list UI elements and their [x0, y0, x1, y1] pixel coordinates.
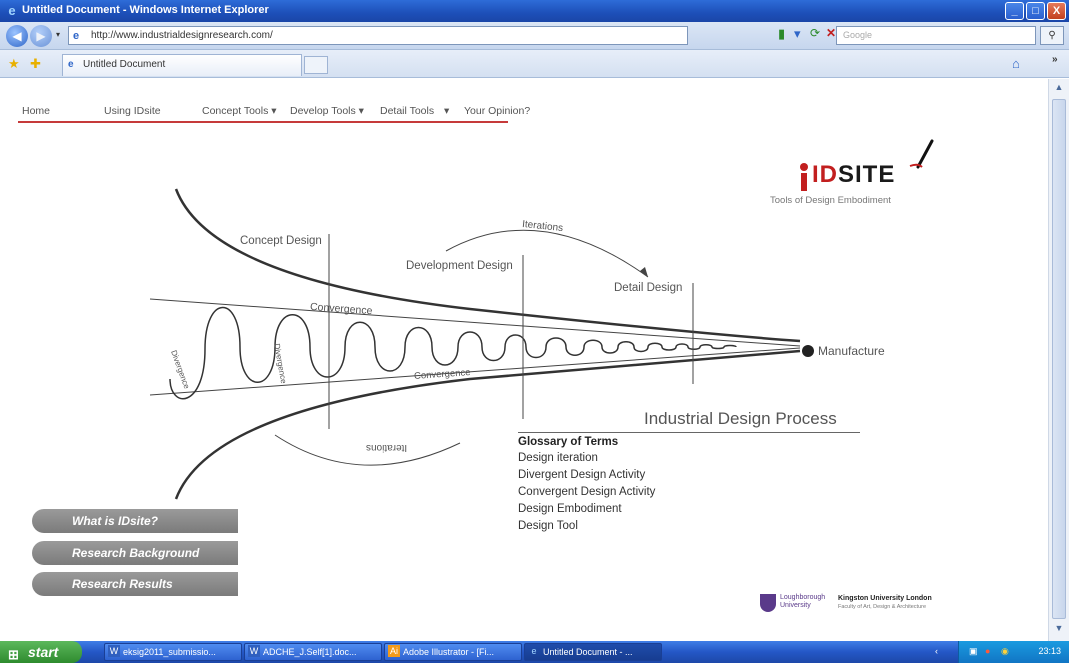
close-button[interactable]: X [1047, 2, 1066, 20]
page-icon: e [68, 59, 74, 70]
convergence-lower-line [149, 347, 801, 396]
research-results-button[interactable]: Research Results [32, 572, 238, 596]
ie-icon: e [531, 646, 537, 656]
home-icon[interactable]: ⌂ [1012, 56, 1020, 71]
dropdown-chevron-icon[interactable]: ▾ [794, 26, 801, 42]
manufacture-dot [802, 345, 814, 357]
window-titlebar: e Untitled Document - Windows Internet E… [0, 0, 1069, 22]
loughborough-shield-icon [760, 594, 776, 612]
university-logos: Loughborough University Kingston Univers… [760, 592, 960, 618]
address-input[interactable]: e http://www.industrialdesignresearch.co… [68, 26, 688, 45]
web-page: Home Using IDsite Concept Tools ▾ Develo… [0, 79, 1048, 641]
kingston-name: Kingston University London [838, 595, 932, 602]
label-iterations-bottom: Iterations [366, 442, 408, 453]
taskbar-item-label: ADCHE_J.Self[1].doc... [263, 647, 357, 657]
taskbar-item-label: Adobe Illustrator - [Fi... [403, 647, 495, 657]
system-tray: ▣ ● ◉ 23:13 [958, 641, 1069, 663]
start-button[interactable]: ⊞ start [0, 641, 82, 663]
start-label: start [28, 644, 59, 660]
what-is-idsite-button[interactable]: What is IDsite? [32, 509, 238, 533]
scroll-thumb[interactable] [1052, 99, 1066, 619]
taskbar-item-adche[interactable]: W ADCHE_J.Self[1].doc... [244, 643, 382, 661]
process-title-underline [518, 432, 860, 433]
address-url: http://www.industrialdesignresearch.com/ [91, 30, 273, 41]
vertical-scrollbar[interactable]: ▲ ▼ [1048, 79, 1069, 641]
stop-icon[interactable]: ✕ [826, 26, 836, 40]
compatibility-icon[interactable]: ▮ [778, 26, 785, 42]
scroll-down-icon[interactable]: ▼ [1052, 623, 1066, 637]
search-input[interactable]: Google [836, 26, 1036, 45]
label-detail-design: Detail Design [614, 282, 683, 294]
tab-label: Untitled Document [83, 59, 166, 70]
add-favorite-icon[interactable]: ✚ [30, 56, 41, 72]
volume-icon[interactable]: ◉ [1001, 646, 1009, 657]
glossary-term-convergent[interactable]: Convergent Design Activity [518, 486, 655, 498]
taskbar-item-label: eksig2011_submissio... [123, 647, 216, 657]
window-title: Untitled Document - Windows Internet Exp… [22, 4, 269, 16]
page-icon: e [73, 30, 80, 42]
process-title: Industrial Design Process [644, 409, 837, 428]
refresh-icon[interactable]: ⟳ [810, 26, 820, 40]
maximize-button[interactable]: □ [1026, 2, 1045, 20]
network-icon[interactable]: ▣ [969, 646, 978, 657]
address-tools: ▮ ▾ ⟳ ✕ [690, 26, 836, 45]
taskbar-item-eksig[interactable]: W eksig2011_submissio... [104, 643, 242, 661]
label-development-design: Development Design [406, 260, 513, 272]
scroll-up-icon[interactable]: ▲ [1052, 82, 1066, 96]
label-concept-design: Concept Design [240, 235, 322, 247]
tray-expand-icon[interactable]: ‹ [935, 646, 938, 656]
loughborough-line1: Loughborough [780, 594, 826, 601]
security-icon[interactable]: ● [985, 646, 990, 656]
tab-bar: ★ ✚ e Untitled Document ⌂ » [0, 50, 1069, 78]
taskbar-item-illustrator[interactable]: Ai Adobe Illustrator - [Fi... [384, 643, 522, 661]
favorites-star-icon[interactable]: ★ [8, 56, 20, 72]
word-icon: W [108, 645, 120, 657]
glossary-term-design-tool[interactable]: Design Tool [518, 520, 655, 532]
taskbar-item-untitled-document[interactable]: e Untitled Document - ... [524, 643, 662, 661]
tab-untitled-document[interactable]: e Untitled Document [62, 54, 302, 76]
clock: 23:13 [1038, 646, 1061, 656]
convergence-upper-line [149, 298, 801, 347]
glossary-term-divergent[interactable]: Divergent Design Activity [518, 469, 655, 481]
glossary-term-embodiment[interactable]: Design Embodiment [518, 503, 655, 515]
minimize-button[interactable]: _ [1005, 2, 1024, 20]
address-toolbar: ◀ ▶ ▾ e http://www.industrialdesignresea… [0, 22, 1069, 50]
forward-button[interactable]: ▶ [30, 25, 52, 47]
search-icon[interactable]: ⚲ [1040, 26, 1064, 45]
glossary: Glossary of Terms Design iteration Diver… [518, 436, 655, 537]
windows-flag-icon: ⊞ [8, 647, 19, 662]
new-tab-button[interactable] [304, 56, 328, 74]
loughborough-line2: University [780, 602, 811, 609]
glossary-title: Glossary of Terms [518, 436, 619, 448]
back-button[interactable]: ◀ [6, 25, 28, 47]
loughborough-name: Loughborough University [780, 594, 825, 610]
glossary-term-design-iteration[interactable]: Design iteration [518, 452, 655, 464]
taskbar-item-label: Untitled Document - ... [543, 647, 633, 657]
kingston-subtitle: Faculty of Art, Design & Architecture [838, 604, 927, 610]
research-background-button[interactable]: Research Background [32, 541, 238, 565]
more-tools-icon[interactable]: » [1052, 54, 1058, 65]
windows-taskbar: ⊞ start W eksig2011_submissio... W ADCHE… [0, 641, 1069, 663]
label-manufacture: Manufacture [818, 344, 885, 358]
recent-pages-chevron-icon[interactable]: ▾ [56, 30, 60, 39]
word-icon: W [248, 645, 260, 657]
illustrator-icon: Ai [388, 645, 400, 657]
ie-icon: e [8, 3, 16, 18]
